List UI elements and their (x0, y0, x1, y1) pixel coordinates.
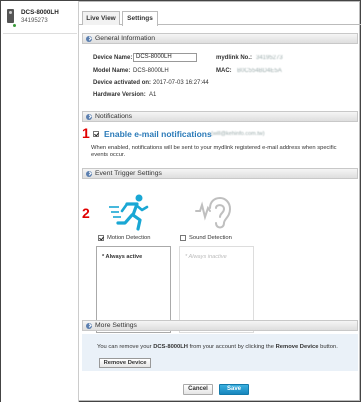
tab-live-view[interactable]: Live View (82, 11, 120, 25)
annotation-number-2: 2 (82, 205, 90, 221)
sound-detection-checkbox[interactable] (180, 235, 186, 241)
motion-run-icon (109, 194, 149, 231)
collapse-icon (86, 36, 92, 42)
email-notification-checkbox[interactable] (93, 131, 99, 137)
description-text: button. (318, 344, 338, 350)
hardware-version-label: Hardware Version: (93, 92, 146, 98)
camera-icon (7, 9, 14, 23)
sound-ear-icon (195, 196, 232, 229)
remove-device-description: You can remove your DCS-8000LH from your… (97, 344, 347, 352)
collapse-icon (86, 171, 92, 177)
tab-bar: Live View Settings (79, 11, 361, 26)
window-frame: DCS-8000LH 34195273 Live View Settings G… (0, 0, 361, 402)
model-name-label: Model Name: (93, 68, 131, 74)
online-status-icon (12, 23, 17, 28)
sound-schedule-status: * Always inactive (185, 254, 227, 260)
device-name-input[interactable]: DCS-8000LH (133, 53, 197, 62)
motion-detection-label[interactable]: Motion Detection (107, 235, 151, 241)
remove-device-button[interactable]: Remove Device (99, 358, 151, 368)
device-list: DCS-8000LH 34195273 (1, 1, 79, 402)
settings-panel: General Information Device Name: DCS-800… (79, 25, 361, 402)
device-list-item[interactable]: DCS-8000LH 34195273 (3, 6, 77, 34)
section-title: Event Trigger Settings (95, 170, 162, 177)
notification-email: (will@kehinfo.com.tw) (211, 131, 265, 137)
description-device: DCS-8000LH (153, 344, 188, 350)
collapse-icon (86, 323, 92, 329)
mac-label: MAC: (216, 68, 232, 74)
motion-detection-checkbox[interactable] (98, 235, 104, 241)
description-text: from your account by clicking the (187, 344, 276, 350)
mydlink-number-value: 34195273 (256, 55, 283, 61)
activated-label: Device activated on: (93, 80, 152, 86)
cancel-button[interactable]: Cancel (183, 384, 213, 395)
notifications-header[interactable]: Notifications (82, 111, 358, 122)
annotation-number-1: 1 (82, 125, 90, 141)
section-title: More Settings (95, 322, 137, 329)
tab-settings[interactable]: Settings (122, 11, 158, 26)
email-notification-label[interactable]: Enable e-mail notifications (104, 129, 212, 139)
mydlink-number-label: mydlink No.: (216, 55, 253, 61)
general-info-header[interactable]: General Information (82, 33, 358, 44)
device-id: 34195273 (21, 18, 48, 24)
section-title: General Information (95, 35, 156, 42)
sound-detection-label[interactable]: Sound Detection (189, 235, 232, 241)
description-action: Remove Device (275, 344, 319, 350)
mac-value: B0C554BD4E5A (237, 68, 282, 74)
collapse-icon (86, 114, 92, 120)
notification-help-text: When enabled, notifications will be sent… (91, 145, 337, 158)
device-name-label: Device Name: (93, 55, 133, 61)
hardware-version-value: A1 (149, 92, 157, 98)
device-name: DCS-8000LH (21, 9, 59, 16)
section-title: Notifications (95, 113, 133, 120)
more-settings-header[interactable]: More Settings (82, 320, 358, 331)
model-name-value: DCS-8000LH (133, 68, 169, 74)
activated-value: 2017-07-03 16:27:44 (153, 80, 209, 86)
description-text: You can remove your (97, 344, 154, 350)
event-trigger-header[interactable]: Event Trigger Settings (82, 168, 358, 179)
save-button[interactable]: Save (219, 384, 249, 395)
motion-schedule-status: * Always active (102, 254, 143, 260)
